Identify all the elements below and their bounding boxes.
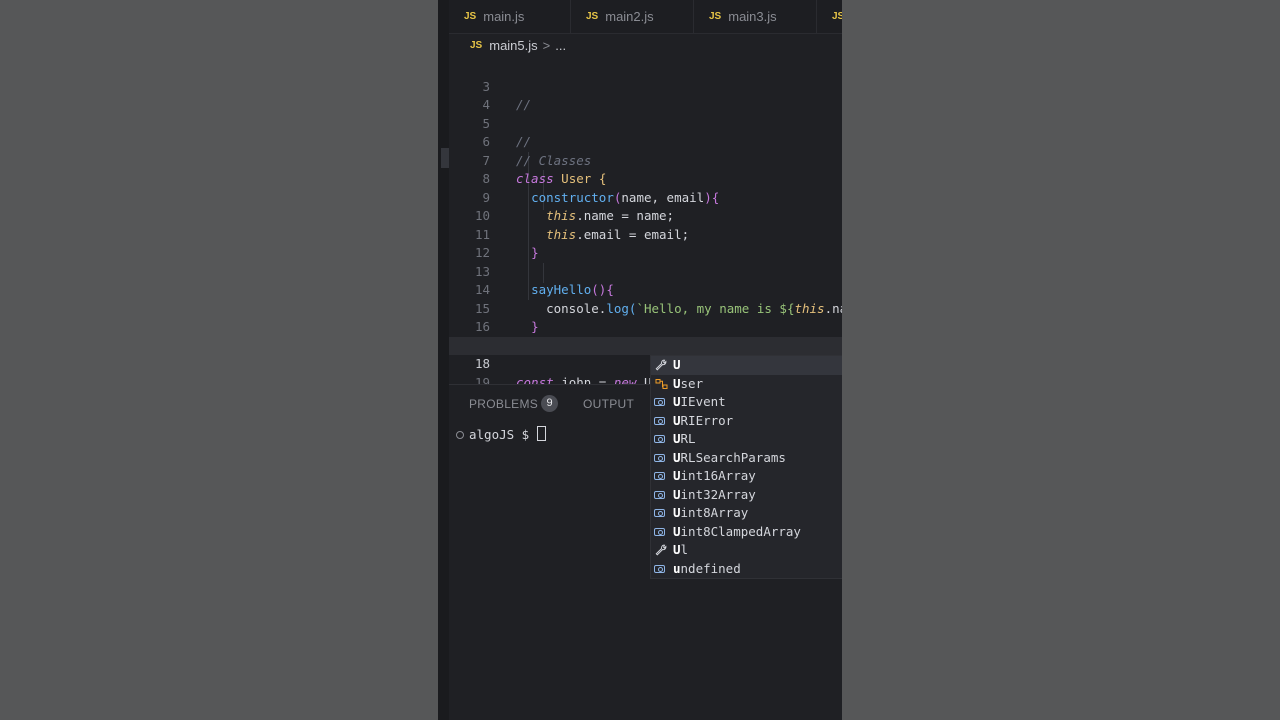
js-file-icon: JS bbox=[709, 11, 722, 22]
code-line: 16 } bbox=[449, 300, 842, 353]
video-side-background-left bbox=[0, 0, 438, 720]
breadcrumb-file[interactable]: main5.js bbox=[489, 38, 537, 53]
variable-icon bbox=[654, 490, 665, 499]
activity-indicator bbox=[441, 148, 449, 168]
code-editor[interactable]: 3 // 4 5 // 6 // Classes 7 class User { … bbox=[449, 56, 842, 384]
tab-output[interactable]: OUTPUT bbox=[583, 397, 634, 411]
suggestion-item[interactable]: U bbox=[651, 356, 842, 375]
tab-label: main3.js bbox=[728, 9, 777, 24]
variable-icon bbox=[654, 416, 665, 425]
variable-icon bbox=[654, 527, 665, 536]
code-line: 6 // Classes bbox=[449, 115, 842, 168]
code-line: 8 constructor(name, email){ bbox=[449, 152, 842, 205]
tab-main-js[interactable]: JS main.js bbox=[449, 0, 571, 33]
suggestion-item[interactable]: undefined bbox=[651, 560, 842, 579]
code-line: 15 } bbox=[449, 281, 842, 335]
code-line: 9 this.name = name; bbox=[449, 170, 842, 224]
js-file-icon: JS bbox=[470, 39, 483, 51]
code-line: 12 bbox=[449, 226, 842, 260]
code-line: 4 bbox=[449, 78, 842, 112]
chevron-right-icon: > bbox=[542, 37, 551, 53]
suggestion-item[interactable]: Uint16Array bbox=[651, 467, 842, 486]
code-line: 10 this.email = email; bbox=[449, 189, 842, 242]
suggestion-item[interactable]: Ul bbox=[651, 541, 842, 560]
js-file-icon: JS bbox=[464, 11, 477, 22]
variable-icon bbox=[654, 435, 665, 443]
variable-icon bbox=[654, 564, 665, 573]
breadcrumb-symbol[interactable]: ... bbox=[555, 38, 566, 53]
suggestion-widget: U User UIEvent URIError URL URLSearchPar… bbox=[650, 355, 842, 579]
problems-count-badge: 9 bbox=[541, 395, 558, 412]
suggestion-item[interactable]: Uint8Array bbox=[651, 504, 842, 523]
wrench-icon bbox=[655, 359, 667, 371]
variable-icon bbox=[654, 453, 665, 462]
tab-label: main.js bbox=[483, 9, 525, 24]
editor-tabs: JS main.js JS main2.js JS main3.js JS bbox=[449, 0, 842, 34]
code-line: 13 sayHello(){ bbox=[449, 244, 842, 298]
class-icon bbox=[655, 378, 668, 389]
tab-main3-js[interactable]: JS main3.js bbox=[694, 0, 817, 33]
js-file-icon: JS bbox=[586, 11, 599, 22]
code-line: 14 console.log(`Hello, my name is ${this… bbox=[449, 263, 842, 316]
code-line: 3 // bbox=[449, 59, 842, 113]
variable-icon bbox=[654, 398, 665, 406]
video-side-background-right bbox=[842, 0, 1280, 720]
terminal-prompt: algoJS $ bbox=[469, 427, 537, 442]
suggestion-item[interactable]: URIError bbox=[651, 412, 842, 431]
code-line: 11 } bbox=[449, 207, 842, 261]
code-line: 17 bbox=[449, 318, 842, 353]
code-line: 5 // bbox=[449, 96, 842, 150]
suggestion-item[interactable]: Uint8ClampedArray bbox=[651, 523, 842, 542]
js-file-icon: JS bbox=[832, 11, 842, 22]
wrench-icon bbox=[655, 544, 667, 556]
tab-main2-js[interactable]: JS main2.js bbox=[571, 0, 694, 33]
suggestion-item[interactable]: URLSearchParams bbox=[651, 449, 842, 468]
code-line-current[interactable]: 18 const john = new Us bbox=[449, 336, 842, 384]
variable-icon bbox=[654, 509, 665, 517]
tab-problems[interactable]: PROBLEMS bbox=[469, 397, 538, 411]
suggestion-item[interactable]: User bbox=[651, 375, 842, 394]
tab-overflow[interactable]: JS bbox=[817, 0, 842, 33]
tab-label: main2.js bbox=[605, 9, 654, 24]
suggestion-item[interactable]: URL bbox=[651, 430, 842, 449]
suggestion-item[interactable]: Uint32Array bbox=[651, 486, 842, 505]
terminal-cursor bbox=[536, 426, 546, 441]
circle-icon bbox=[456, 431, 464, 439]
activity-bar bbox=[438, 0, 449, 720]
breadcrumb[interactable]: JS main5.js > ... bbox=[449, 34, 842, 56]
code-line: 7 class User { bbox=[449, 133, 842, 187]
suggestion-item[interactable]: UIEvent bbox=[651, 393, 842, 412]
variable-icon bbox=[654, 472, 665, 480]
